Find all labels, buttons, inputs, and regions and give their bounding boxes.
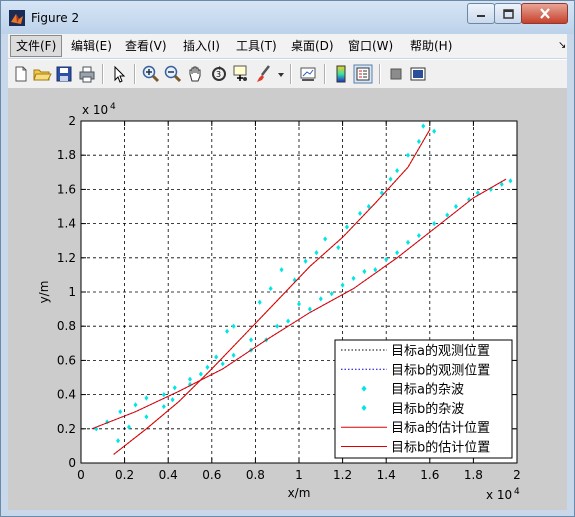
figure-window: Figure 2 文件(F) 编辑(E) 查看(V) 插入(I) 工具(T) 桌… [0,0,575,517]
menu-view[interactable]: 查看(V) [120,37,172,55]
menu-tools[interactable]: 工具(T) [231,37,282,55]
y-tick-label: 0.2 [57,422,76,436]
x-axis-multiplier-exponent: 4 [514,487,520,497]
close-button[interactable] [521,3,568,24]
open-file-icon[interactable] [32,64,52,84]
x-tick-label: 0.4 [159,468,178,482]
print-icon[interactable] [77,64,97,84]
zoom-in-icon[interactable] [141,64,161,84]
toolbar-separator [290,64,292,84]
toolbar: 3 [8,59,567,89]
dropdown-arrow-icon[interactable] [276,64,286,84]
legend-entry-label: 目标a的估计位置 [391,420,490,436]
y-tick-label: 0.4 [57,388,76,402]
y-tick-label: 1.8 [57,148,76,162]
matlab-logo-icon [9,10,25,26]
show-plot-tools-icon[interactable] [408,64,428,84]
menu-help[interactable]: 帮助(H) [405,37,457,55]
menu-edit[interactable]: 编辑(E) [66,37,117,55]
zoom-out-icon[interactable] [163,64,183,84]
x-tick-label: 1.2 [333,468,352,482]
plot-svg: 0 0.2 0.4 0.6 0.8 1 1.2 1.4 1.6 1.8 2 0 0.2 0.4 0.6 0.8… [37,102,521,502]
y-tick-label: 0 [68,456,76,470]
title-bar[interactable]: Figure 2 [1,1,574,34]
menu-bar: 文件(F) 编辑(E) 查看(V) 插入(I) 工具(T) 桌面(D) 窗口(W… [8,34,567,58]
x-axis-multiplier: x 10 [486,488,512,502]
x-tick-label: 0.6 [202,468,221,482]
pan-icon[interactable] [186,64,206,84]
close-icon [539,8,550,19]
y-axis-multiplier-exponent: 4 [110,102,116,112]
colorbar-icon[interactable] [331,64,351,84]
toolbar-separator [324,64,326,84]
y-tick-label: 0.8 [57,319,76,333]
hide-plot-tools-icon[interactable] [386,64,406,84]
y-tick-label: 1 [68,285,76,299]
y-tick-label: 0.6 [57,353,76,367]
legend-entry-label: 目标a的杂波 [391,382,464,398]
menu-window[interactable]: 窗口(W) [343,37,398,55]
maximize-button[interactable] [494,3,522,24]
pointer-icon[interactable] [109,64,129,84]
y-tick-label: 2 [68,114,76,128]
rotate-3d-icon[interactable]: 3 [209,64,229,84]
window-title: Figure 2 [31,11,80,25]
brush-icon[interactable] [254,64,274,84]
minimize-icon [477,14,485,17]
svg-text:3: 3 [216,70,221,79]
x-tick-label: 0.2 [115,468,134,482]
toolbar-separator [134,64,136,84]
x-tick-label: 1.8 [464,468,483,482]
y-tick-label: 1.4 [57,217,76,231]
menu-overflow-icon[interactable]: ↘ [558,40,566,51]
link-plot-icon[interactable] [298,64,318,84]
x-axis-label: x/m [288,486,311,500]
y-axis-multiplier: x 10 [82,103,108,117]
y-axis-label: y/m [37,281,51,304]
legend-entry-label: 目标a的观测位置 [391,343,490,359]
figure-canvas: 0 0.2 0.4 0.6 0.8 1 1.2 1.4 1.6 1.8 2 0 0.2 0.4 0.6 0.8… [8,88,567,510]
x-tick-label: 1 [295,468,303,482]
menu-desktop[interactable]: 桌面(D) [286,37,339,55]
data-cursor-icon[interactable] [231,64,251,84]
y-tick-label: 1.6 [57,182,76,196]
new-figure-icon[interactable] [11,64,31,84]
menu-file[interactable]: 文件(F) [10,35,63,57]
x-tick-label: 1.6 [420,468,439,482]
save-icon[interactable] [54,64,74,84]
x-tick-label: 2 [513,468,521,482]
y-tick-label: 1.2 [57,251,76,265]
toolbar-separator [102,64,104,84]
toolbar-separator [379,64,381,84]
legend-icon[interactable] [353,64,373,84]
maximize-icon [502,8,514,19]
x-tick-label: 1.4 [377,468,396,482]
legend-entry-label: 目标b的杂波 [391,401,464,417]
legend-entry-label: 目标b的观测位置 [391,362,490,378]
x-tick-label: 0.8 [246,468,265,482]
x-tick-label: 0 [77,468,85,482]
menu-insert[interactable]: 插入(I) [178,37,225,55]
minimize-button[interactable] [467,3,495,24]
legend-entry-label: 目标b的估计位置 [391,440,490,456]
